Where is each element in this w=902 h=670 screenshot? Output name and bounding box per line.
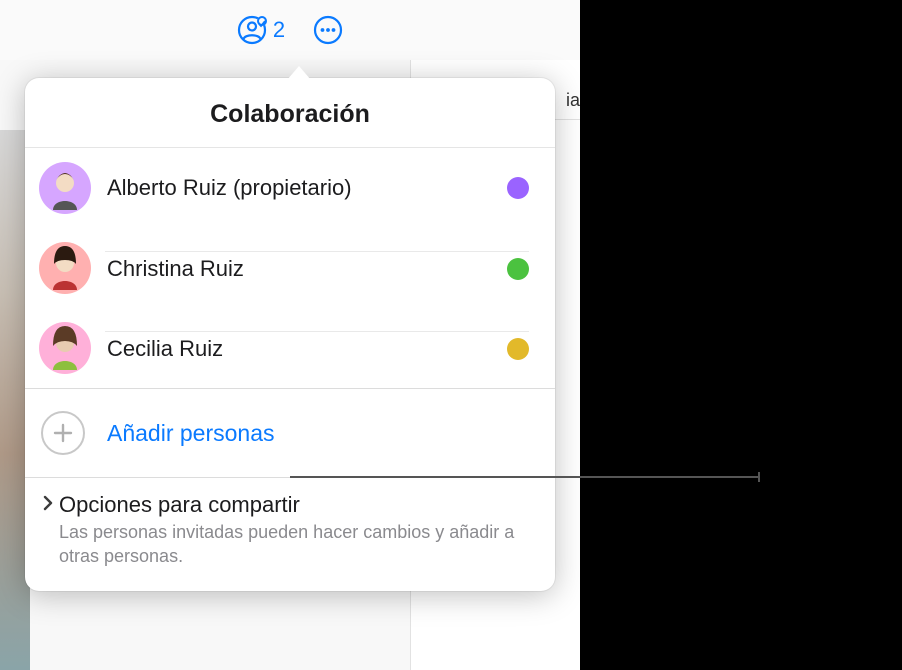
plus-circle-icon xyxy=(41,411,85,455)
collaborator-name: Cecilia Ruiz xyxy=(105,336,507,362)
collaborate-button[interactable]: 2 xyxy=(237,15,285,45)
toolbar: 2 xyxy=(0,0,580,60)
presence-dot xyxy=(507,338,529,360)
share-options-subtitle: Las personas invitadas pueden hacer camb… xyxy=(39,520,529,569)
annotation-callout-line xyxy=(290,476,760,478)
collaborator-count: 2 xyxy=(273,17,285,43)
presence-dot xyxy=(507,177,529,199)
ellipsis-circle-icon xyxy=(313,15,343,45)
collaborator-row[interactable]: Christina Ruiz xyxy=(25,228,555,308)
chevron-right-icon xyxy=(39,494,57,517)
collaborator-name: Christina Ruiz xyxy=(105,256,507,282)
collaborator-row[interactable]: Alberto Ruiz (propietario) xyxy=(25,148,555,228)
add-people-button[interactable]: Añadir personas xyxy=(25,389,555,477)
add-people-label: Añadir personas xyxy=(107,420,275,447)
more-button[interactable] xyxy=(313,15,343,45)
avatar xyxy=(39,162,91,214)
person-badge-icon xyxy=(237,15,267,45)
share-options-title: Opciones para compartir xyxy=(59,492,300,518)
avatar xyxy=(39,242,91,294)
presence-dot xyxy=(507,258,529,280)
popover-arrow xyxy=(287,66,311,80)
popover-title: Colaboración xyxy=(25,78,555,148)
share-options-button[interactable]: Opciones para compartir Las personas inv… xyxy=(25,477,555,591)
avatar xyxy=(39,322,91,374)
collaborator-row[interactable]: Cecilia Ruiz xyxy=(25,308,555,388)
collaboration-popover: Colaboración Alberto Ruiz (propietario) … xyxy=(25,78,555,591)
collaborator-list: Alberto Ruiz (propietario) Christina Rui… xyxy=(25,148,555,388)
collaborator-name: Alberto Ruiz (propietario) xyxy=(105,175,507,201)
